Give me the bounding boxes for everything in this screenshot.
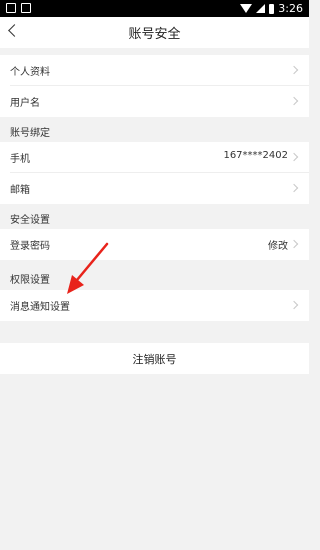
row-email[interactable]: 邮箱 — [0, 173, 309, 204]
status-bar-notifications — [6, 3, 31, 13]
chevron-right-icon — [289, 183, 299, 193]
row-profile[interactable]: 个人资料 — [0, 55, 309, 86]
chevron-right-icon — [289, 96, 299, 106]
status-bar: 3:26 — [0, 0, 309, 17]
cancel-account-button[interactable]: 注销账号 — [0, 343, 309, 374]
row-email-label: 邮箱 — [10, 185, 30, 196]
battery-icon — [269, 3, 275, 14]
cancel-account-label: 注销账号 — [132, 353, 177, 366]
chevron-right-icon — [289, 65, 299, 75]
section-binding-label: 账号绑定 — [10, 128, 50, 139]
section-permissions: 权限设置 — [0, 265, 309, 289]
chevron-right-icon — [289, 152, 299, 162]
row-phone-label: 手机 — [10, 154, 30, 165]
row-phone[interactable]: 手机 167****2402 — [0, 142, 309, 173]
status-bar-system: 3:26 — [240, 2, 303, 15]
wifi-icon — [240, 4, 253, 13]
image-notification-icon — [6, 3, 16, 13]
signal-icon — [256, 4, 266, 13]
row-notification-label: 消息通知设置 — [10, 302, 70, 313]
phone-number-value: 167****2402 — [223, 150, 288, 161]
app-notification-icon — [21, 3, 31, 13]
section-binding: 账号绑定 — [0, 118, 309, 142]
section-security-label: 安全设置 — [10, 215, 50, 226]
row-notification-settings[interactable]: 消息通知设置 — [0, 290, 309, 321]
row-profile-label: 个人资料 — [10, 67, 50, 78]
navigation-bar: 账号安全 — [0, 17, 309, 48]
section-permissions-label: 权限设置 — [10, 275, 50, 286]
password-modify-value: 修改 — [268, 241, 288, 252]
section-security: 安全设置 — [0, 205, 309, 229]
row-password-label: 登录密码 — [10, 241, 50, 252]
page-title: 账号安全 — [128, 27, 181, 42]
chevron-right-icon — [289, 239, 299, 249]
chevron-right-icon — [289, 300, 299, 310]
row-password[interactable]: 登录密码 修改 — [0, 229, 309, 260]
row-username-label: 用户名 — [10, 98, 40, 109]
status-time: 3:26 — [278, 2, 303, 15]
row-username[interactable]: 用户名 — [0, 86, 309, 117]
